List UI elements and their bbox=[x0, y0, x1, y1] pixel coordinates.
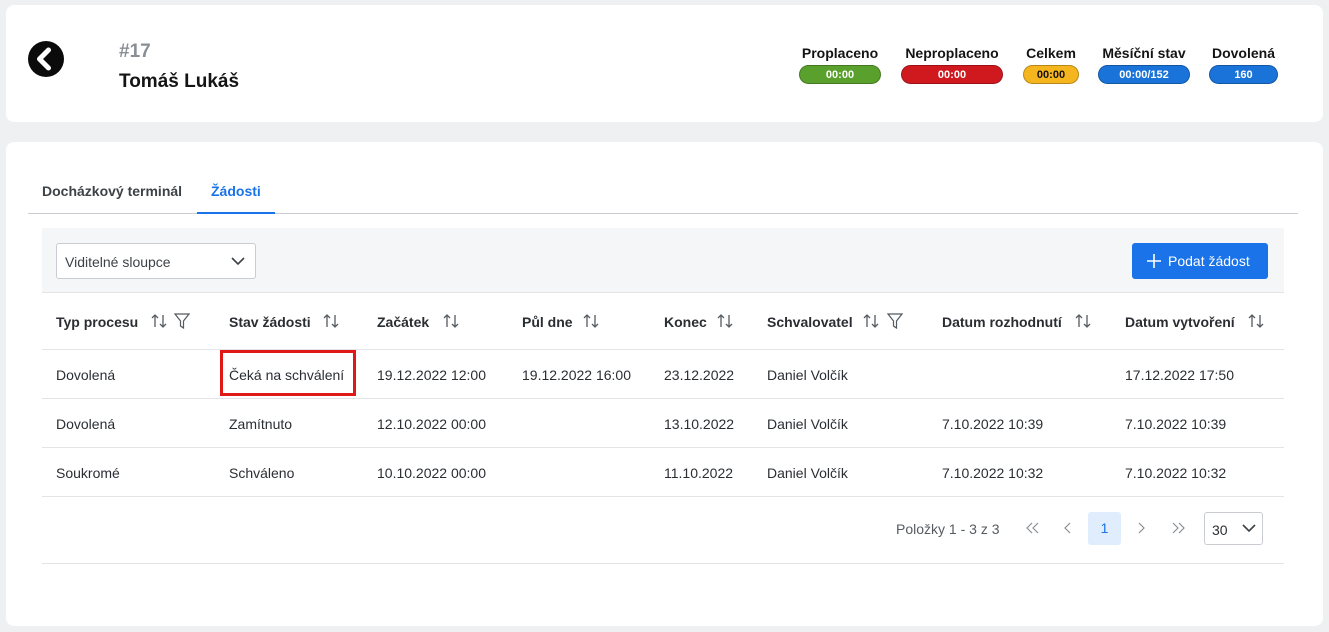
cell-typ-procesu: Dovolená bbox=[56, 367, 116, 383]
cell-stav-zadosti: Čeká na schválení bbox=[229, 367, 345, 383]
stat-label: Proplaceno bbox=[801, 45, 879, 61]
sort-icon[interactable] bbox=[862, 312, 880, 330]
column-header-datum-vytvoreni[interactable]: Datum vytvoření bbox=[1125, 314, 1235, 330]
stat-mesicni-stav: Měsíční stav 00:00/152 bbox=[1098, 45, 1190, 84]
column-header-typ-procesu[interactable]: Typ procesu bbox=[56, 314, 138, 330]
cell-stav-zadosti: Zamítnuto bbox=[229, 416, 293, 432]
stat-label: Dovolená bbox=[1211, 45, 1275, 61]
cell-konec: 11.10.2022 bbox=[664, 465, 734, 481]
stat-label: Neproplaceno bbox=[905, 45, 999, 61]
column-header-pul-dne[interactable]: Půl dne bbox=[522, 314, 573, 330]
plus-icon bbox=[1147, 254, 1161, 268]
cell-zacatek: 12.10.2022 00:00 bbox=[377, 416, 486, 432]
visible-columns-select[interactable]: Viditelné sloupce bbox=[56, 243, 256, 279]
chevron-down-icon bbox=[1242, 524, 1256, 533]
tab-zadosti[interactable]: Žádosti bbox=[197, 183, 275, 214]
cell-datum-vytvoreni: 17.12.2022 17:50 bbox=[1125, 367, 1234, 383]
stat-value-badge: 160 bbox=[1209, 65, 1278, 84]
submit-request-button[interactable]: Podat žádost bbox=[1132, 243, 1268, 279]
grid-toolbar: Viditelné sloupce Podat žádost bbox=[42, 228, 1284, 293]
chevron-right-icon bbox=[1138, 522, 1145, 534]
cell-datum-vytvoreni: 7.10.2022 10:32 bbox=[1125, 465, 1227, 481]
cell-typ-procesu: Dovolená bbox=[56, 416, 116, 432]
column-header-konec[interactable]: Konec bbox=[664, 314, 707, 330]
table-row[interactable]: Soukromé Schváleno 10.10.2022 00:00 11.1… bbox=[42, 448, 1284, 497]
tab-bar: Docházkový terminál Žádosti bbox=[28, 178, 1298, 214]
stat-celkem: Celkem 00:00 bbox=[1023, 45, 1079, 84]
cell-zacatek: 19.12.2022 12:00 bbox=[377, 367, 486, 383]
sort-icon[interactable] bbox=[582, 312, 600, 330]
column-header-zacatek[interactable]: Začátek bbox=[377, 314, 429, 330]
back-button[interactable] bbox=[28, 41, 64, 77]
sort-icon[interactable] bbox=[716, 312, 734, 330]
submit-request-label: Podat žádost bbox=[1168, 253, 1250, 269]
table-row[interactable]: Dovolená Zamítnuto 12.10.2022 00:00 13.1… bbox=[42, 399, 1284, 448]
double-chevron-left-icon bbox=[1026, 522, 1039, 534]
column-header-datum-rozhodnuti[interactable]: Datum rozhodnutí bbox=[942, 314, 1062, 330]
employee-header: #17 Tomáš Lukáš Proplaceno 00:00 Nepropl… bbox=[6, 5, 1323, 122]
stat-value-badge: 00:00/152 bbox=[1098, 65, 1190, 84]
column-header-stav-zadosti[interactable]: Stav žádosti bbox=[229, 314, 311, 330]
pagination: Položky 1 - 3 z 3 1 30 bbox=[42, 498, 1284, 564]
cell-konec: 23.12.2022 bbox=[664, 367, 735, 383]
stat-proplaceno: Proplaceno 00:00 bbox=[799, 45, 881, 84]
cell-schvalovatel: Daniel Volčík bbox=[767, 367, 848, 383]
employee-number: #17 bbox=[119, 41, 151, 62]
cell-konec: 13.10.2022 bbox=[664, 416, 735, 432]
sort-icon[interactable] bbox=[150, 312, 168, 330]
page-size-value: 30 bbox=[1212, 522, 1228, 538]
chevron-left-icon bbox=[1064, 522, 1071, 534]
last-page-button[interactable] bbox=[1160, 512, 1194, 544]
filter-icon[interactable] bbox=[174, 312, 190, 330]
cell-typ-procesu: Soukromé bbox=[56, 465, 120, 481]
cell-pul-dne: 19.12.2022 16:00 bbox=[522, 367, 631, 383]
requests-grid: Viditelné sloupce Podat žádost Typ proce… bbox=[42, 228, 1284, 564]
page-size-select[interactable]: 30 bbox=[1204, 512, 1263, 545]
sort-icon[interactable] bbox=[1074, 312, 1092, 330]
cell-schvalovatel: Daniel Volčík bbox=[767, 465, 848, 481]
cell-datum-vytvoreni: 7.10.2022 10:39 bbox=[1125, 416, 1227, 432]
prev-page-button[interactable] bbox=[1051, 512, 1085, 544]
stat-value-badge: 00:00 bbox=[1023, 65, 1079, 84]
first-page-button[interactable] bbox=[1015, 512, 1049, 544]
visible-columns-label: Viditelné sloupce bbox=[65, 254, 171, 270]
filter-icon[interactable] bbox=[887, 312, 903, 330]
cell-stav-zadosti: Schváleno bbox=[229, 465, 295, 481]
table-header: Typ procesu Stav žádosti Začátek Půl dne… bbox=[42, 293, 1284, 350]
cell-zacatek: 10.10.2022 00:00 bbox=[377, 465, 486, 481]
stat-value-badge: 00:00 bbox=[901, 65, 1003, 84]
sort-icon[interactable] bbox=[442, 312, 460, 330]
next-page-button[interactable] bbox=[1124, 512, 1158, 544]
stat-dovolena: Dovolená 160 bbox=[1209, 45, 1278, 84]
double-chevron-right-icon bbox=[1172, 522, 1185, 534]
stat-label: Celkem bbox=[1026, 45, 1076, 61]
cell-schvalovatel: Daniel Volčík bbox=[767, 416, 848, 432]
page-1-button[interactable]: 1 bbox=[1088, 512, 1121, 545]
employee-name: Tomáš Lukáš bbox=[119, 71, 240, 92]
stat-value-badge: 00:00 bbox=[799, 65, 881, 84]
stat-label: Měsíční stav bbox=[1102, 45, 1186, 61]
stat-neproplaceno: Neproplaceno 00:00 bbox=[901, 45, 1003, 84]
chevron-down-icon bbox=[231, 257, 245, 266]
main-panel: Docházkový terminál Žádosti Viditelné sl… bbox=[6, 142, 1323, 626]
sort-icon[interactable] bbox=[1247, 312, 1265, 330]
cell-datum-rozhodnuti: 7.10.2022 10:39 bbox=[942, 416, 1044, 432]
sort-icon[interactable] bbox=[322, 312, 340, 330]
pager-info: Položky 1 - 3 z 3 bbox=[896, 521, 1000, 537]
table-row[interactable]: Dovolená Čeká na schválení 19.12.2022 12… bbox=[42, 350, 1284, 399]
chevron-left-icon bbox=[37, 47, 51, 71]
tab-dochazkovy-terminal[interactable]: Docházkový terminál bbox=[28, 183, 196, 214]
cell-datum-rozhodnuti: 7.10.2022 10:32 bbox=[942, 465, 1044, 481]
column-header-schvalovatel[interactable]: Schvalovatel bbox=[767, 314, 853, 330]
